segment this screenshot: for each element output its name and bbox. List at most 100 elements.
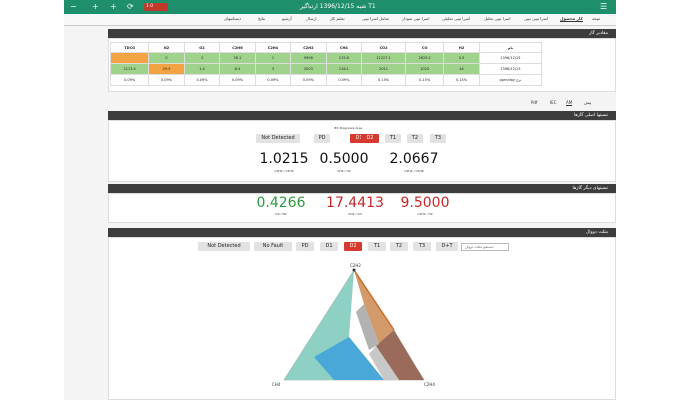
other-label-1: O2 / N2 <box>275 212 287 216</box>
menu-icon[interactable]: ☰ <box>600 2 607 12</box>
other-value-1: 0.4266 <box>256 195 306 211</box>
col-header: TDCG <box>109 42 150 53</box>
duval-title: مثلث دووال <box>586 230 608 235</box>
table-row: 0.09% 0.09% 0.09% 0.09% 0.09% 0.09% 0.09… <box>109 74 543 86</box>
tab-10[interactable]: نتایج <box>258 16 265 21</box>
plus-icon[interactable]: + <box>92 2 99 12</box>
t2-button[interactable]: T2 <box>407 134 423 143</box>
d2-button[interactable]: D2 <box>361 134 379 143</box>
other-label-2: CO2 / CO <box>348 212 362 216</box>
table-cell: 0.09% <box>109 74 150 86</box>
ratio-label-2: CH4 / H2 <box>337 169 351 173</box>
tab-9[interactable]: آرشیو <box>282 16 292 21</box>
pd-button[interactable]: PD <box>314 134 330 143</box>
table-cell: 2003 <box>290 63 327 75</box>
add-icon[interactable]: + <box>110 2 117 12</box>
col-header: نام <box>478 42 543 53</box>
table-cell: 1020 <box>405 63 445 75</box>
table-cell: 115.6 <box>325 52 363 64</box>
tab-7[interactable]: تعلیم کار <box>330 16 345 21</box>
t1-button[interactable]: T1 <box>385 134 401 143</box>
duval-t1-button[interactable]: T1 <box>368 242 386 251</box>
subtab-am[interactable]: AM <box>566 100 573 106</box>
table-cell: 0.15% <box>361 74 407 86</box>
top-vertex-dot <box>352 268 356 272</box>
t3-button[interactable]: T3 <box>430 134 446 143</box>
not-detected-button[interactable]: Not Detected <box>256 134 300 143</box>
row-label: 1396/12/13 <box>478 63 543 75</box>
table-cell: 0.5 <box>443 52 480 64</box>
table-cell <box>109 52 150 64</box>
duval-search-input[interactable]: جستجو مثلث دووال <box>461 243 509 251</box>
duval-header: مثلث دووال <box>108 228 616 237</box>
col-header: C2H2 <box>290 42 327 53</box>
app-screen: − + + ⟳ 1.0 شبه 1396/12/15 ارتباگیر T1 ☰… <box>64 0 616 400</box>
duval-t3-button[interactable]: T3 <box>413 242 431 251</box>
gas-table: TDCG N2 O2 C2H6 C2H4 C2H2 CH4 CO2 CO H2 … <box>109 42 543 86</box>
main-tabs: نتیجه کار محصول اسرا تیپی تیپی اسرا تیپی… <box>64 14 616 26</box>
table-cell: 26.1 <box>219 52 256 64</box>
status-badge[interactable]: 1.0 <box>144 3 168 11</box>
minus-icon[interactable]: − <box>70 2 77 12</box>
table-cell: 9906 <box>290 52 327 64</box>
col-header: CH4 <box>325 42 363 53</box>
tab-4[interactable]: اسرا تیپی تحلیلی <box>442 16 470 21</box>
subtab-0[interactable]: پیش <box>584 100 591 105</box>
subtab-pdf[interactable]: Pdf <box>531 100 537 105</box>
table-cell: 0.09% <box>325 74 363 86</box>
tab-8[interactable]: ارسال <box>306 16 317 21</box>
table-cell: 0.09% <box>148 74 185 86</box>
duval-no-fault-button[interactable]: No Fault <box>254 242 292 251</box>
col-header: H2 <box>443 42 480 53</box>
other-label-3: C2H2 / H2 <box>417 212 433 216</box>
col-header: O2 <box>183 42 221 53</box>
table-row: 2113.4 29.5 1.4 8.4 3 2003 116.1 2011 10… <box>109 63 543 75</box>
other-value-2: 17.4413 <box>326 195 384 211</box>
ratios-caption: IEC Diagnosis Area <box>334 126 363 130</box>
tab-0[interactable]: نتیجه <box>592 16 600 21</box>
tab-1[interactable]: کار محصول <box>560 16 583 22</box>
duval-t2-button[interactable]: T2 <box>390 242 408 251</box>
tab-2[interactable]: اسرا تیپی تیپی <box>524 16 548 21</box>
table-cell: 2629.2 <box>405 52 445 64</box>
duval-d2-button[interactable]: D2 <box>344 242 362 251</box>
tab-5[interactable]: اسرا تیپی نمودار <box>402 16 430 21</box>
table-cell: 0.09% <box>219 74 256 86</box>
title-bar: − + + ⟳ 1.0 شبه 1396/12/15 ارتباگیر T1 ☰ <box>64 0 616 14</box>
other-ratios-title: نسبتهای دیگر گازها <box>572 186 608 191</box>
table-cell: 0.15% <box>443 74 480 86</box>
gas-values-header: مقادیر گاز <box>108 29 616 38</box>
ratios-title: نسبتها اصلی گازها <box>573 113 608 118</box>
row-label: ppm/day نرخ <box>478 74 543 86</box>
subtab-iec[interactable]: IEC <box>550 100 557 105</box>
ratios-header: نسبتها اصلی گازها <box>108 111 616 120</box>
duval-triangle: C2H2 CH4 C2H4 <box>272 263 435 387</box>
table-cell: 3 <box>254 63 292 75</box>
ratio-value-2: 0.5000 <box>319 151 369 167</box>
table-cell: 1 <box>254 52 292 64</box>
vertex-right-label: C2H4 <box>424 382 435 387</box>
window-title: شبه 1396/12/15 ارتباگیر T1 <box>300 3 376 10</box>
table-cell: 2113.4 <box>109 63 150 75</box>
duval-dt-button[interactable]: D+T <box>436 242 458 251</box>
tab-6[interactable]: شامل اسرا تیپی <box>362 16 389 21</box>
table-cell: 0 <box>148 52 185 64</box>
ratio-label-3: C2H4 / C2H6 <box>404 169 424 173</box>
tab-3[interactable]: اسرا تیپی تحلیل <box>484 16 510 21</box>
col-header: CO2 <box>361 42 407 53</box>
table-cell: 0.09% <box>254 74 292 86</box>
duval-d1-button[interactable]: D1 <box>320 242 338 251</box>
table-cell: 2011 <box>361 63 407 75</box>
duval-not-detected-button[interactable]: Not Detected <box>198 242 250 251</box>
table-cell: 29.5 <box>148 63 185 75</box>
refresh-icon[interactable]: ⟳ <box>127 2 134 12</box>
col-header: C2H6 <box>219 42 256 53</box>
table-cell: 0.09% <box>183 74 221 86</box>
table-cell: 44 <box>443 63 480 75</box>
duval-pd-button[interactable]: PD <box>296 242 314 251</box>
tab-11[interactable]: دیسکیتهای <box>224 16 241 21</box>
table-header-row: TDCG N2 O2 C2H6 C2H4 C2H2 CH4 CO2 CO H2 … <box>109 42 543 53</box>
table-cell: 116.1 <box>325 63 363 75</box>
vertex-top-label: C2H2 <box>350 263 361 268</box>
table-cell: 11227.1 <box>361 52 407 64</box>
